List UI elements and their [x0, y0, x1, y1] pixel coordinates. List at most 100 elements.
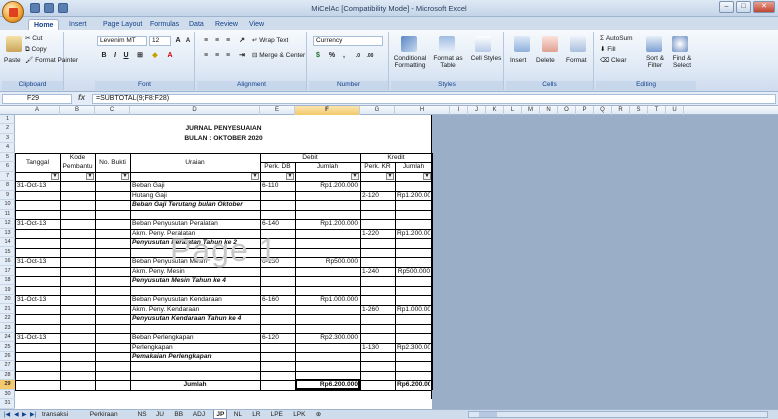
row-header-4[interactable]: 4 [0, 143, 15, 153]
row-header-1[interactable]: 1 [0, 115, 15, 125]
journal-title[interactable]: JURNAL PENYESUAIAN [17, 124, 430, 133]
tab-view[interactable]: View [244, 19, 269, 30]
entry-date[interactable]: 31-Oct-13 [17, 333, 58, 342]
column-header-p[interactable]: P [576, 106, 594, 115]
column-header-l[interactable]: L [504, 106, 522, 115]
entry-debit-amount[interactable]: Rp1.200.000 [297, 219, 358, 228]
format-table-icon[interactable] [439, 36, 455, 52]
indent-icon[interactable]: ⇥ [237, 51, 247, 61]
merge-center-button[interactable]: ⊟ Merge & Center [252, 51, 305, 60]
column-header-r[interactable]: R [612, 106, 630, 115]
sheet-tab-jp[interactable]: JP [213, 410, 228, 419]
row-header-7[interactable]: 7 [0, 172, 15, 182]
row-header-25[interactable]: 25 [0, 343, 15, 352]
entry-debit-amount[interactable]: Rp500.000 [297, 257, 358, 266]
fx-icon[interactable]: fx [78, 93, 85, 102]
filter-dropdown-button[interactable]: ▼ [86, 172, 94, 180]
entry-note[interactable]: Penyusutan Kendaraan Tahun ke 4 [132, 314, 258, 323]
comma-button[interactable]: , [339, 51, 349, 61]
sheet-tab-transaksi[interactable]: transaksi [40, 410, 70, 419]
close-button[interactable]: ✕ [753, 1, 775, 13]
column-header-j[interactable]: J [468, 106, 486, 115]
column-header-g[interactable]: G [360, 106, 395, 115]
header-jumlah-debit[interactable]: Jumlah [297, 162, 358, 171]
format-painter-button[interactable]: 🖌 Format Painter [25, 56, 78, 65]
entry-debit-account[interactable]: Beban Penyusutan Peralatan [132, 219, 258, 228]
currency-icon[interactable]: $ [313, 51, 323, 61]
entry-credit-amount[interactable]: Rp2.300.000 [397, 343, 430, 352]
journal-subtitle[interactable]: BULAN : OKTOBER 2020 [17, 134, 430, 143]
orientation-icon[interactable]: ↗ [237, 36, 247, 46]
row-header-22[interactable]: 22 [0, 314, 15, 324]
row-header-5[interactable]: 5 [0, 153, 15, 163]
column-header-m[interactable]: M [522, 106, 540, 115]
fill-button[interactable]: ⬇ Fill [600, 45, 616, 54]
row-header-28[interactable]: 28 [0, 371, 15, 381]
fill-color-icon[interactable]: ◆ [150, 51, 160, 61]
filter-dropdown-button[interactable]: ▼ [251, 172, 259, 180]
tab-formulas[interactable]: Formulas [145, 19, 184, 30]
conditional-formatting-icon[interactable] [401, 36, 417, 52]
row-header-14[interactable]: 14 [0, 238, 15, 248]
column-header-t[interactable]: T [648, 106, 666, 115]
underline-button[interactable]: U [121, 51, 131, 61]
insert-sheet-icon[interactable]: ⊕ [314, 410, 323, 419]
sheet-tab-bb[interactable]: BB [172, 410, 185, 419]
font-name-select[interactable]: Levenim MT [97, 36, 147, 46]
cut-button[interactable]: ✂ Cut [25, 34, 42, 43]
column-header-n[interactable]: N [540, 106, 558, 115]
row-header-6[interactable]: 6 [0, 162, 15, 172]
align-top-icon[interactable]: ≡ [201, 36, 211, 46]
entry-credit-amount[interactable]: Rp1.200.000 [397, 191, 430, 200]
column-header-c[interactable]: C [95, 106, 130, 115]
increase-decimal-icon[interactable]: .0 [353, 51, 363, 61]
entry-credit-account[interactable]: Akm. Peny. Kendaraan [132, 305, 258, 314]
entry-credit-code[interactable]: 1-240 [362, 267, 393, 276]
header-no-bukti[interactable]: No. Bukti [97, 158, 128, 167]
entry-credit-amount[interactable]: Rp1.000.000 [397, 305, 430, 314]
header-uraian[interactable]: Uraian [132, 158, 258, 167]
bold-button[interactable]: B [99, 51, 109, 61]
row-header-15[interactable]: 15 [0, 248, 15, 257]
delete-cells-icon[interactable] [542, 36, 558, 52]
entry-date[interactable]: 31-Oct-13 [17, 181, 58, 190]
cell-styles-icon[interactable] [475, 36, 491, 52]
sort-filter-button[interactable]: Sort & Filter [640, 55, 670, 69]
header-kode-pembantu[interactable]: Kode Pembantu [62, 153, 93, 171]
entry-credit-code[interactable]: 1-130 [362, 343, 393, 352]
row-header-20[interactable]: 20 [0, 295, 15, 305]
row-header-13[interactable]: 13 [0, 229, 15, 238]
first-sheet-icon[interactable]: |◀ [4, 411, 10, 418]
column-header-u[interactable]: U [666, 106, 684, 115]
cell-styles-button[interactable]: Cell Styles [469, 55, 503, 62]
entry-credit-code[interactable]: 2-120 [362, 191, 393, 200]
header-debit[interactable]: Debit [262, 153, 358, 162]
row-header-18[interactable]: 18 [0, 276, 15, 286]
column-header-a[interactable]: A [15, 106, 60, 115]
align-middle-icon[interactable]: ≡ [212, 36, 222, 46]
column-header-b[interactable]: B [60, 106, 95, 115]
filter-dropdown-button[interactable]: ▼ [121, 172, 129, 180]
sheet-tab-lpe[interactable]: LPE [269, 410, 285, 419]
font-color-icon[interactable]: A [165, 51, 175, 61]
format-table-button[interactable]: Format as Table [429, 55, 467, 69]
shrink-font-button[interactable]: A [183, 36, 193, 46]
entry-note[interactable]: Penyusutan Mesin Tahun ke 4 [132, 276, 258, 285]
entry-debit-account[interactable]: Beban Perlengkapan [132, 333, 258, 342]
header-kredit[interactable]: Kredit [362, 153, 430, 162]
prev-sheet-icon[interactable]: ◀ [14, 411, 19, 418]
find-select-icon[interactable] [672, 36, 688, 52]
tab-review[interactable]: Review [210, 19, 243, 30]
column-header-e[interactable]: E [260, 106, 295, 115]
total-kredit[interactable]: Rp6.200.000 [397, 380, 430, 389]
autosum-button[interactable]: Σ AutoSum [600, 34, 633, 43]
entry-credit-code[interactable]: 1-260 [362, 305, 393, 314]
column-header-q[interactable]: Q [594, 106, 612, 115]
worksheet[interactable]: JURNAL PENYESUAIAN BULAN : OKTOBER 2020 Ta… [15, 115, 433, 409]
row-header-2[interactable]: 2 [0, 124, 15, 134]
minimize-button[interactable]: – [719, 1, 734, 13]
delete-button[interactable]: Delete [536, 56, 555, 65]
borders-icon[interactable]: ⊞ [135, 51, 145, 61]
row-header-8[interactable]: 8 [0, 181, 15, 191]
paste-icon[interactable] [6, 36, 22, 52]
